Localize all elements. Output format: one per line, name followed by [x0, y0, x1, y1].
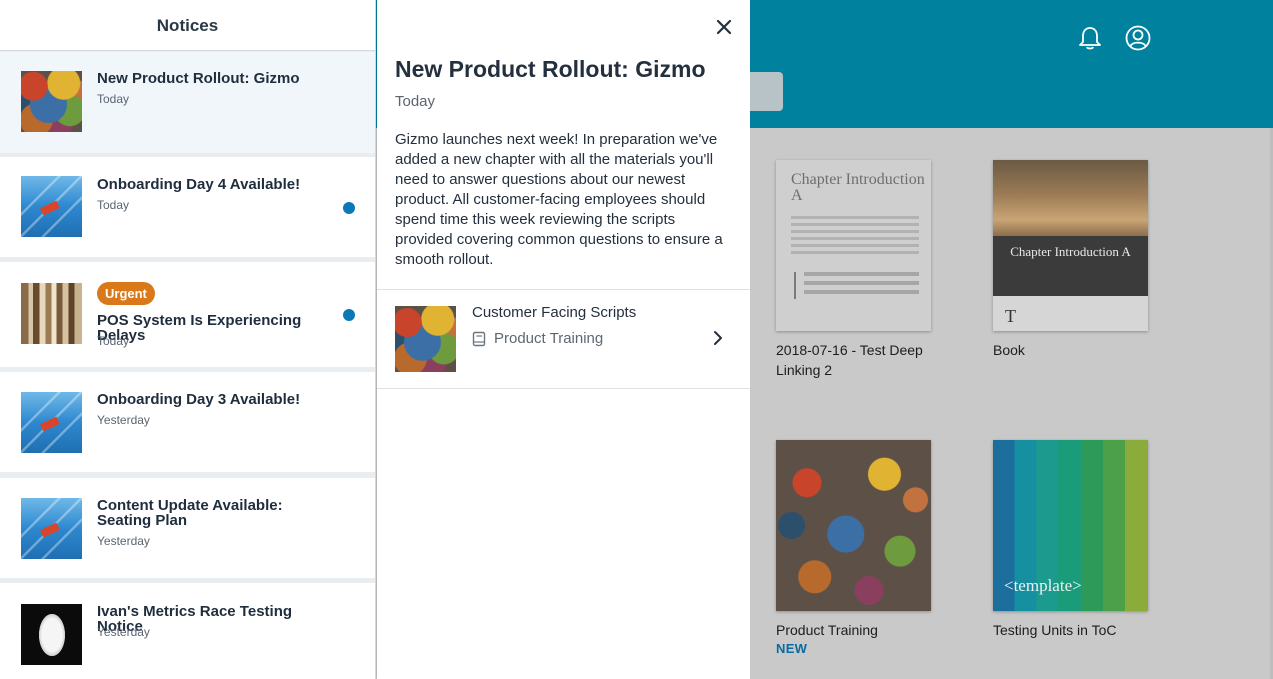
book-icon [472, 331, 486, 347]
urgent-badge: Urgent [97, 282, 155, 305]
card-thumbnail: <template> [993, 440, 1148, 611]
notice-item[interactable]: Content Update Available: Seating Plan Y… [0, 478, 375, 578]
unread-dot-icon [343, 309, 355, 321]
linked-content-subtitle: Product Training [494, 330, 604, 347]
content-card[interactable]: <template> Testing Units in ToC [993, 440, 1153, 640]
puzzle-image [776, 440, 931, 611]
notice-date: Today [97, 92, 130, 106]
placeholder-quote [794, 272, 919, 299]
notice-title: New Product Rollout: Gizmo [97, 70, 300, 87]
notice-detail-panel: New Product Rollout: Gizmo Today Gizmo l… [377, 0, 750, 679]
books-image [21, 283, 82, 344]
unread-dot-icon [343, 202, 355, 214]
notice-title: Onboarding Day 4 Available! [97, 176, 301, 193]
detail-title: New Product Rollout: Gizmo [395, 56, 706, 82]
card-caption: 2018-07-16 - Test Deep Linking 2 [776, 342, 923, 378]
notice-date: Yesterday [97, 625, 150, 639]
detail-date: Today [395, 93, 436, 110]
notice-item[interactable]: Urgent POS System Is Experiencing Delays… [0, 262, 375, 367]
close-icon[interactable] [713, 16, 735, 38]
card-caption: Book [993, 342, 1025, 358]
stadium-seats-image [21, 498, 82, 559]
card-thumbnail: Chapter Introduction A [776, 160, 931, 331]
notice-title: Onboarding Day 3 Available! [97, 391, 301, 408]
notices-header: Notices [0, 0, 375, 51]
content-card[interactable]: Chapter Introduction A 2018-07-16 - Test… [776, 160, 936, 380]
notice-item[interactable]: New Product Rollout: Gizmo Today [0, 52, 375, 153]
linked-content-title: Customer Facing Scripts [472, 304, 637, 321]
content-card[interactable]: Product Training NEW [776, 440, 936, 656]
content-card[interactable]: Chapter Introduction A T Book [993, 160, 1153, 360]
notices-panel: Notices New Product Rollout: Gizmo Today… [0, 0, 376, 679]
notice-date: Yesterday [97, 534, 150, 548]
card-thumbnail: Chapter Introduction A T [993, 160, 1148, 331]
notice-title: Content Update Available: Seating Plan [97, 497, 283, 529]
thumbnail-drop-cap: T [1005, 306, 1016, 326]
chevron-right-icon [711, 329, 725, 347]
new-tag: NEW [776, 641, 808, 656]
linked-content-item[interactable]: Customer Facing Scripts Product Training [377, 290, 750, 388]
notice-date: Yesterday [97, 413, 150, 427]
notice-date: Today [97, 198, 130, 212]
card-caption: Testing Units in ToC [993, 622, 1117, 638]
puzzle-image [395, 306, 456, 372]
placeholder-lines [791, 216, 919, 258]
notice-item[interactable]: Onboarding Day 4 Available! Today [0, 157, 375, 257]
thumbnail-title: Chapter Introduction A [791, 171, 925, 204]
thumbnail-title: <template> [1004, 576, 1082, 595]
divider [377, 388, 750, 389]
bird-image [21, 604, 82, 665]
puzzle-image [21, 71, 82, 132]
thumbnail-title: Chapter Introduction A [1010, 244, 1131, 259]
notice-item[interactable]: Onboarding Day 3 Available! Yesterday [0, 372, 375, 472]
stadium-seats-image [21, 392, 82, 453]
notice-title: POS System Is Experiencing Delays [97, 312, 302, 344]
bell-icon[interactable] [1076, 24, 1104, 52]
notices-title: Notices [156, 16, 219, 35]
card-caption: Product Training [776, 622, 878, 638]
notice-item[interactable]: Ivan's Metrics Race Testing Notice Yeste… [0, 583, 375, 679]
stadium-seats-image [21, 176, 82, 237]
user-circle-icon[interactable] [1124, 24, 1152, 52]
detail-body: Gizmo launches next week! In preparation… [395, 131, 723, 268]
notice-date: Today [97, 334, 130, 348]
